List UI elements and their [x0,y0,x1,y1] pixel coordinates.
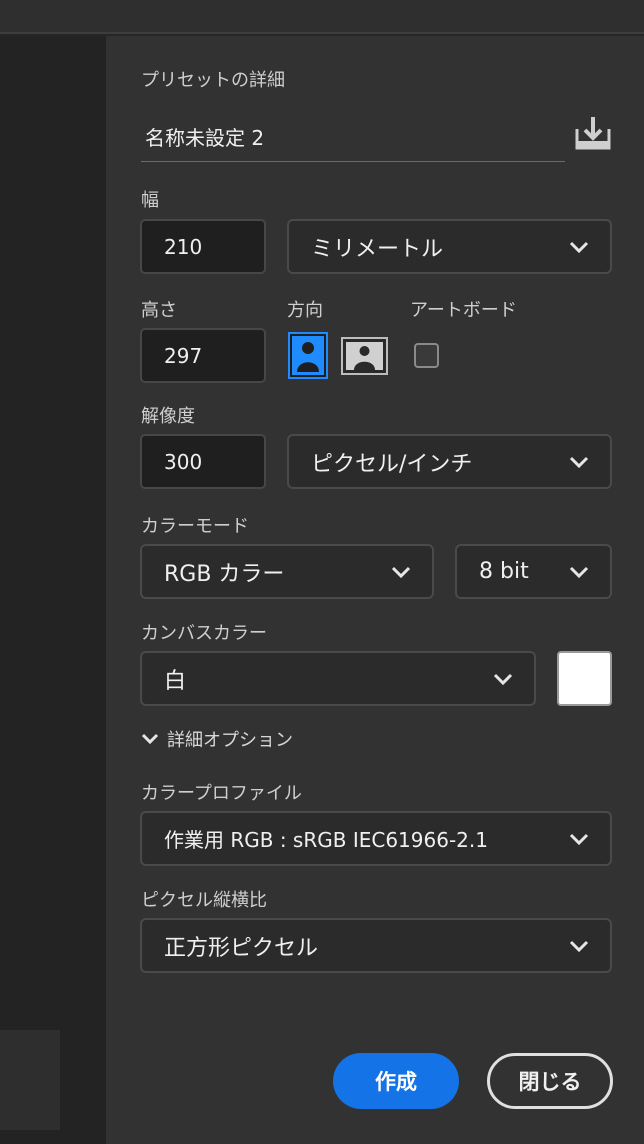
chevron-down-icon [391,566,411,578]
width-unit-value: ミリメートル [311,236,444,262]
resolution-input[interactable]: 300 [140,434,266,489]
artboard-label: アートボード [410,300,517,321]
width-unit-select[interactable]: ミリメートル [287,219,612,274]
save-preset-icon[interactable] [573,115,613,151]
chevron-down-icon [141,733,159,745]
canvas-color-select[interactable]: 白 [140,651,536,706]
resolution-unit-value: ピクセル/インチ [311,451,473,477]
landscape-orientation-button[interactable] [341,337,388,375]
color-mode-label: カラーモード [141,516,249,537]
orientation-label: 方向 [287,300,323,321]
pixel-aspect-label: ピクセル縦横比 [141,890,267,911]
color-profile-value: 作業用 RGB : sRGB IEC61966-2.1 [164,828,488,852]
bit-depth-select[interactable]: 8 bit [455,544,612,599]
chevron-down-icon [569,456,589,468]
color-mode-value: RGB カラー [164,561,285,587]
canvas-area-block [0,1030,60,1130]
height-input[interactable]: 297 [140,328,266,383]
width-input[interactable]: 210 [140,219,266,274]
chevron-down-icon [569,241,589,253]
preset-name-input[interactable]: 名称未設定 2 [141,112,565,162]
color-mode-select[interactable]: RGB カラー [140,544,434,599]
canvas-area [0,36,106,1144]
canvas-color-label: カンバスカラー [141,623,267,644]
advanced-options-toggle[interactable]: 詳細オプション [141,726,293,752]
artboard-checkbox[interactable] [414,343,439,368]
width-label: 幅 [141,190,159,211]
canvas-color-value: 白 [164,668,187,694]
bit-depth-value: 8 bit [479,559,529,584]
color-profile-select[interactable]: 作業用 RGB : sRGB IEC61966-2.1 [140,811,612,866]
chevron-down-icon [569,940,589,952]
pixel-aspect-value: 正方形ピクセル [164,935,319,961]
chevron-down-icon [569,833,589,845]
canvas-color-swatch[interactable] [557,651,612,706]
height-label: 高さ [141,300,177,321]
preset-details-title: プリセットの詳細 [141,70,285,91]
color-profile-label: カラープロファイル [141,783,302,804]
resolution-unit-select[interactable]: ピクセル/インチ [287,434,612,489]
create-button[interactable]: 作成 [333,1053,459,1109]
top-bar [0,0,644,34]
portrait-orientation-button[interactable] [288,332,328,379]
portrait-icon [292,336,324,375]
landscape-icon [346,342,383,370]
chevron-down-icon [569,566,589,578]
resolution-label: 解像度 [141,406,195,427]
advanced-options-label: 詳細オプション [167,730,293,751]
pixel-aspect-select[interactable]: 正方形ピクセル [140,918,612,973]
chevron-down-icon [493,673,513,685]
close-button[interactable]: 閉じる [487,1053,613,1109]
